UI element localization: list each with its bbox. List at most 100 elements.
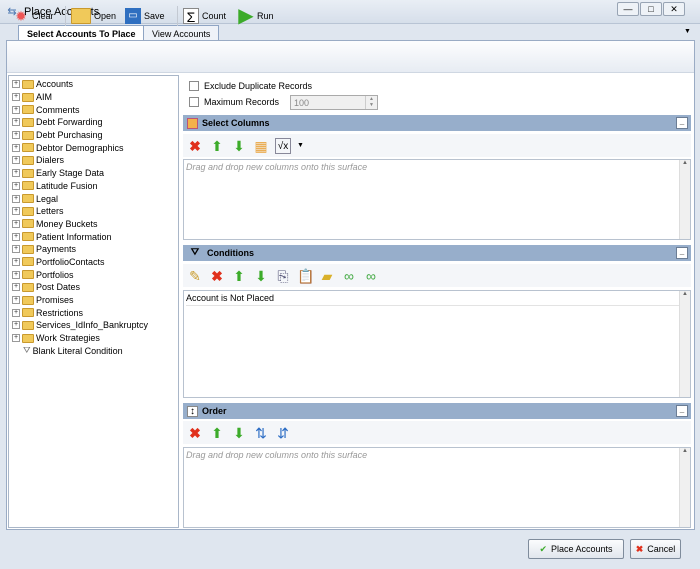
expand-icon[interactable]: +: [12, 283, 20, 292]
select-columns-drop-area[interactable]: Drag and drop new columns onto this surf…: [183, 159, 691, 240]
conditions-list[interactable]: Account is Not Placed ▲: [183, 290, 691, 398]
tree-node[interactable]: + Letters: [9, 205, 178, 218]
collapse-button[interactable]: _: [676, 405, 688, 417]
tree-node[interactable]: + Money Buckets: [9, 218, 178, 231]
run-button[interactable]: ▶ Run: [238, 4, 273, 28]
folder-icon: [22, 320, 34, 330]
tree-node[interactable]: + Debt Purchasing: [9, 129, 178, 142]
expand-icon[interactable]: +: [12, 270, 20, 279]
collapse-button[interactable]: _: [676, 117, 688, 129]
dropdown-arrow-icon[interactable]: ▼: [297, 142, 304, 149]
expand-icon[interactable]: +: [12, 308, 20, 317]
sort-ascending-icon[interactable]: ⇅: [253, 425, 269, 441]
tree-node[interactable]: + Post Dates: [9, 281, 178, 294]
tree-node[interactable]: + Latitude Fusion: [9, 180, 178, 193]
tree-node[interactable]: + Dialers: [9, 154, 178, 167]
filter-icon: ⛛: [190, 247, 200, 258]
order-drop-area[interactable]: Drag and drop new columns onto this surf…: [183, 447, 691, 528]
checkbox[interactable]: [189, 81, 199, 91]
expand-icon[interactable]: +: [12, 181, 20, 190]
place-accounts-button[interactable]: ✔ Place Accounts: [528, 539, 624, 559]
tree-node[interactable]: + Promises: [9, 294, 178, 307]
order-header: ↕ Order _: [183, 403, 691, 419]
formula-icon[interactable]: √x: [275, 137, 291, 154]
sort-descending-icon[interactable]: ⇵: [275, 425, 291, 441]
minimize-button[interactable]: —: [617, 2, 639, 16]
paste-icon[interactable]: 📋: [297, 268, 314, 284]
spin-buttons[interactable]: ▲ ▼: [365, 96, 377, 109]
expand-icon[interactable]: +: [12, 207, 20, 216]
expand-icon[interactable]: +: [12, 257, 20, 266]
tree-node[interactable]: + Debt Forwarding: [9, 116, 178, 129]
move-up-icon[interactable]: ⬆: [209, 138, 225, 154]
tree-node[interactable]: + Payments: [9, 243, 178, 256]
tree-node[interactable]: + Early Stage Data: [9, 167, 178, 180]
tab-dropdown-icon[interactable]: ▼: [684, 28, 691, 35]
cancel-button[interactable]: ✖ Cancel: [630, 539, 681, 559]
folder-icon: [22, 282, 34, 292]
move-down-icon[interactable]: ⬇: [231, 138, 247, 154]
close-button[interactable]: ✕: [663, 2, 685, 16]
floppy-disk-icon: ▭: [125, 8, 141, 24]
expand-icon[interactable]: +: [12, 232, 20, 241]
expand-icon[interactable]: +: [12, 93, 20, 102]
tree-node[interactable]: + Legal: [9, 192, 178, 205]
expand-icon[interactable]: +: [12, 80, 20, 89]
expand-icon[interactable]: +: [12, 118, 20, 127]
tree-node[interactable]: + Patient Information: [9, 230, 178, 243]
tree-node[interactable]: + Portfolios: [9, 268, 178, 281]
save-button[interactable]: ▭ Save: [125, 4, 165, 28]
scrollbar[interactable]: ▲: [679, 160, 690, 239]
tree-node[interactable]: + Services_IdInfo_Bankruptcy: [9, 319, 178, 332]
maximum-records-stepper[interactable]: 100 ▲ ▼: [290, 95, 378, 110]
folder-icon: [22, 92, 34, 102]
and-icon[interactable]: ∞: [341, 268, 357, 284]
clear-button[interactable]: ✹ Clear: [13, 4, 53, 28]
maximize-button[interactable]: □: [640, 2, 662, 16]
move-down-icon[interactable]: ⬇: [253, 268, 269, 284]
edit-icon[interactable]: ✎: [187, 268, 203, 284]
expand-icon[interactable]: +: [12, 105, 20, 114]
expand-icon[interactable]: +: [12, 194, 20, 203]
or-icon[interactable]: ∞: [363, 268, 379, 284]
expand-icon[interactable]: +: [12, 334, 20, 343]
tree-node[interactable]: + Restrictions: [9, 306, 178, 319]
delete-icon[interactable]: ✖: [187, 425, 203, 441]
tree-node[interactable]: + Accounts: [9, 78, 178, 91]
group-icon[interactable]: ▰: [319, 268, 335, 284]
move-up-icon[interactable]: ⬆: [231, 268, 247, 284]
scrollbar[interactable]: ▲: [679, 448, 690, 527]
move-up-icon[interactable]: ⬆: [209, 425, 225, 441]
tree-node[interactable]: + PortfolioContacts: [9, 256, 178, 269]
expand-icon[interactable]: +: [12, 169, 20, 178]
tree-node[interactable]: + Work Strategies: [9, 332, 178, 345]
exclude-duplicates-checkbox[interactable]: Exclude Duplicate Records: [189, 81, 312, 91]
expand-icon[interactable]: +: [12, 131, 20, 140]
maximum-records-checkbox[interactable]: Maximum Records: [189, 97, 279, 107]
filter-icon: ⛛: [23, 345, 31, 356]
expand-icon[interactable]: +: [12, 321, 20, 330]
tree-node-blank-literal[interactable]: ⛛ Blank Literal Condition: [9, 344, 178, 357]
expand-icon[interactable]: +: [12, 143, 20, 152]
toolbar: [7, 41, 694, 73]
tree-node[interactable]: + AIM: [9, 91, 178, 104]
condition-item[interactable]: Account is Not Placed: [186, 293, 688, 306]
field-tree[interactable]: + Accounts + AIM + Comments + Debt Forwarding + D…: [8, 75, 179, 528]
checkbox[interactable]: [189, 97, 199, 107]
move-down-icon[interactable]: ⬇: [231, 425, 247, 441]
count-button[interactable]: Σ Count: [183, 4, 226, 28]
expand-icon[interactable]: +: [12, 296, 20, 305]
tree-node[interactable]: + Comments: [9, 103, 178, 116]
copy-icon[interactable]: ⎘: [275, 268, 291, 284]
collapse-button[interactable]: _: [676, 247, 688, 259]
tree-node[interactable]: + Debtor Demographics: [9, 141, 178, 154]
folder-icon: [22, 244, 34, 254]
delete-icon[interactable]: ✖: [187, 138, 203, 154]
expand-icon[interactable]: +: [12, 156, 20, 165]
delete-icon[interactable]: ✖: [209, 268, 225, 284]
expand-icon[interactable]: +: [12, 219, 20, 228]
expand-icon[interactable]: +: [12, 245, 20, 254]
scrollbar[interactable]: ▲: [679, 291, 690, 397]
open-button[interactable]: Open: [71, 4, 116, 28]
add-column-icon[interactable]: ▦: [253, 138, 269, 154]
